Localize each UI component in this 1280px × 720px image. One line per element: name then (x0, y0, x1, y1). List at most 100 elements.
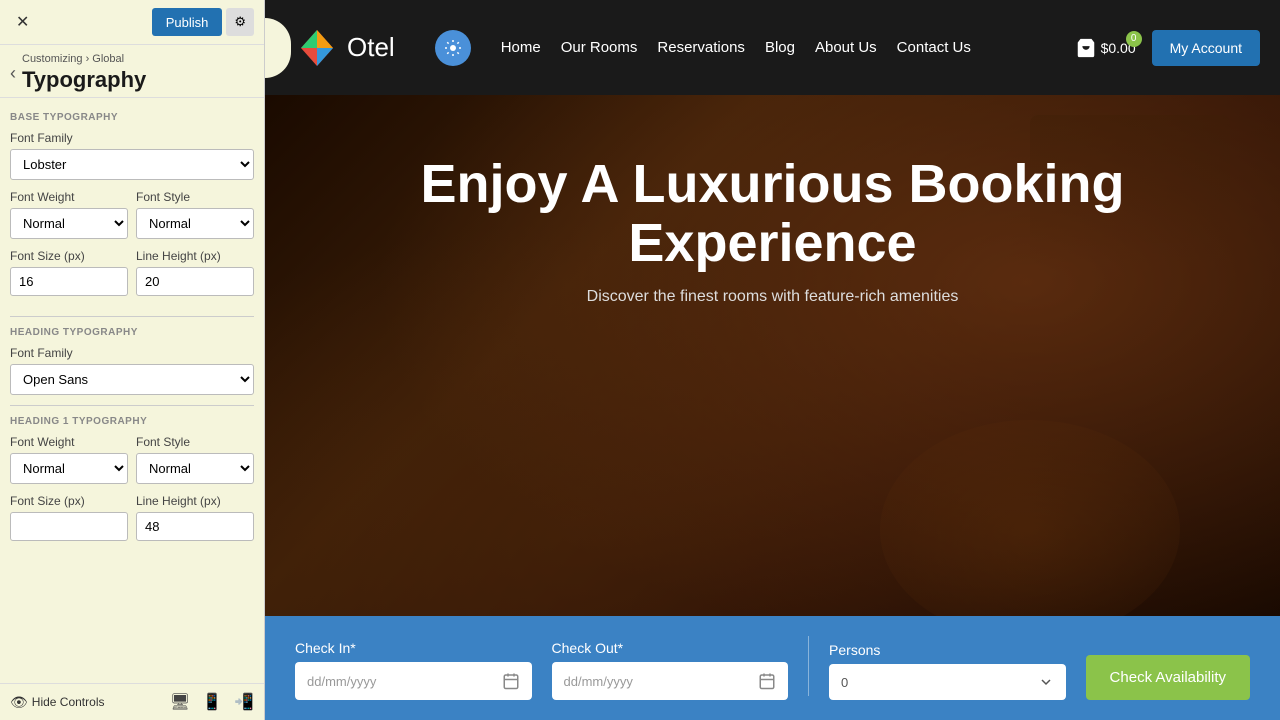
checkout-label: Check Out* (552, 640, 789, 656)
publish-button[interactable]: Publish (152, 8, 223, 36)
base-line-height-field: Line Height (px) (136, 249, 254, 296)
persons-select-wrap[interactable]: 0 (829, 664, 1066, 700)
heading1-font-size-field: Font Size (px) (10, 494, 128, 541)
panel-overlap (265, 18, 291, 78)
page-title: Typography (22, 67, 146, 93)
base-font-style-label: Font Style (136, 190, 254, 204)
chevron-down-icon (1038, 674, 1054, 690)
checkin-input-wrap[interactable]: dd/mm/yyyy (295, 662, 532, 700)
nav-contact-us[interactable]: Contact Us (897, 39, 971, 56)
tablet-icon-button[interactable]: 📱 (202, 692, 222, 712)
header-actions: Publish ⚙ (152, 8, 254, 36)
footer-icons: 🖥 📱 📲 (170, 692, 254, 712)
booking-divider (808, 636, 809, 696)
base-font-weight-label: Font Weight (10, 190, 128, 204)
base-font-family-select[interactable]: Lobster Open Sans Roboto (10, 149, 254, 180)
desktop-icon-button[interactable]: 🖥 (170, 692, 190, 712)
base-font-family-field: Font Family Lobster Open Sans Roboto (10, 131, 254, 180)
logo-icon (295, 26, 339, 70)
breadcrumb: Customizing › Global (22, 53, 146, 65)
checkout-input-wrap[interactable]: dd/mm/yyyy (552, 662, 789, 700)
heading1-font-weight-field: Font Weight Normal Bold (10, 435, 128, 484)
base-font-size-input[interactable] (10, 267, 128, 296)
cart-icon (1075, 37, 1097, 59)
heading-font-family-label: Font Family (10, 346, 254, 360)
nav-reservations[interactable]: Reservations (657, 39, 745, 56)
calendar-icon-checkout (758, 672, 776, 690)
heading1-line-height-label: Line Height (px) (136, 494, 254, 508)
customize-icon (444, 39, 462, 57)
base-size-height-row: Font Size (px) Line Height (px) (10, 249, 254, 306)
nav-logo: Otel (295, 26, 395, 70)
heading1-typography-label: HEADING 1 TYPOGRAPHY (10, 416, 254, 427)
left-panel: ✕ Publish ⚙ ‹ Customizing › Global Typog… (0, 0, 265, 720)
base-font-weight-field: Font Weight Normal Bold Light (10, 190, 128, 239)
persons-label: Persons (829, 642, 1066, 658)
heading-typography-label: HEADING TYPOGRAPHY (10, 327, 254, 338)
checkin-field: Check In* dd/mm/yyyy (295, 640, 532, 700)
heading1-line-height-input[interactable] (136, 512, 254, 541)
heading1-font-size-label: Font Size (px) (10, 494, 128, 508)
heading1-font-size-input[interactable] (10, 512, 128, 541)
hide-controls-button[interactable]: 👁 Hide Controls (10, 694, 104, 711)
nav-links: Home Our Rooms Reservations Blog About U… (501, 39, 1075, 56)
heading1-font-style-label: Font Style (136, 435, 254, 449)
logo-text: Otel (347, 32, 395, 63)
heading-font-family-field: Font Family Open Sans Lobster Roboto (10, 346, 254, 395)
nav-our-rooms[interactable]: Our Rooms (561, 39, 638, 56)
hero-subtitle: Discover the finest rooms with feature-r… (587, 288, 959, 306)
hero-section: Enjoy A Luxurious Booking Experience Dis… (265, 95, 1280, 720)
cart-area[interactable]: 0 $0.00 (1075, 37, 1136, 59)
heading1-font-weight-label: Font Weight (10, 435, 128, 449)
close-button[interactable]: ✕ (10, 10, 35, 34)
calendar-icon-checkin (502, 672, 520, 690)
booking-bar: Check In* dd/mm/yyyy Check Out* dd/mm/yy… (265, 616, 1280, 720)
persons-field: Persons 0 (829, 642, 1066, 700)
heading1-font-style-select[interactable]: Normal Italic (136, 453, 254, 484)
checkin-label: Check In* (295, 640, 532, 656)
base-font-size-field: Font Size (px) (10, 249, 128, 296)
hero-content: Enjoy A Luxurious Booking Experience Dis… (265, 95, 1280, 336)
customize-button[interactable] (435, 30, 471, 66)
base-font-weight-select[interactable]: Normal Bold Light (10, 208, 128, 239)
back-button[interactable]: ‹ (10, 63, 16, 84)
base-typography-label: BASE TYPOGRAPHY (10, 112, 254, 123)
base-font-style-select[interactable]: Normal Italic (136, 208, 254, 239)
nav-right: 0 $0.00 My Account (1075, 30, 1260, 66)
checkin-placeholder: dd/mm/yyyy (307, 674, 376, 689)
main-area: Otel Home Our Rooms Reservations Blog Ab… (265, 0, 1280, 720)
mobile-icon-button[interactable]: 📲 (234, 692, 254, 712)
base-font-style-field: Font Style Normal Italic (136, 190, 254, 239)
checkout-placeholder: dd/mm/yyyy (564, 674, 633, 689)
heading1-font-weight-select[interactable]: Normal Bold (10, 453, 128, 484)
divider-2 (10, 405, 254, 406)
hide-controls-label: Hide Controls (32, 695, 105, 709)
nav-about-us[interactable]: About Us (815, 39, 877, 56)
breadcrumb-area: ‹ Customizing › Global Typography (0, 45, 264, 98)
base-weight-style-row: Font Weight Normal Bold Light Font Style… (10, 190, 254, 249)
base-line-height-input[interactable] (136, 267, 254, 296)
heading-font-family-select[interactable]: Open Sans Lobster Roboto (10, 364, 254, 395)
breadcrumb-area-content: Customizing › Global Typography (22, 53, 146, 93)
base-font-family-label: Font Family (10, 131, 254, 145)
deco-1 (880, 420, 1180, 640)
heading1-size-height-row: Font Size (px) Line Height (px) (10, 494, 254, 551)
settings-button[interactable]: ⚙ (226, 8, 254, 36)
hero-title: Enjoy A Luxurious Booking Experience (323, 155, 1223, 274)
panel-footer: 👁 Hide Controls 🖥 📱 📲 (0, 683, 264, 720)
base-font-size-label: Font Size (px) (10, 249, 128, 263)
nav-home[interactable]: Home (501, 39, 541, 56)
nav-blog[interactable]: Blog (765, 39, 795, 56)
divider-1 (10, 316, 254, 317)
heading1-line-height-field: Line Height (px) (136, 494, 254, 541)
panel-header-left: ✕ (10, 10, 35, 34)
panel-body: BASE TYPOGRAPHY Font Family Lobster Open… (0, 98, 264, 683)
base-line-height-label: Line Height (px) (136, 249, 254, 263)
eye-icon: 👁 (10, 694, 28, 711)
navbar: Otel Home Our Rooms Reservations Blog Ab… (265, 0, 1280, 95)
check-availability-button[interactable]: Check Availability (1086, 655, 1250, 700)
my-account-button[interactable]: My Account (1152, 30, 1260, 66)
cart-badge: 0 (1126, 31, 1142, 47)
persons-value: 0 (841, 675, 848, 690)
checkout-field: Check Out* dd/mm/yyyy (552, 640, 789, 700)
